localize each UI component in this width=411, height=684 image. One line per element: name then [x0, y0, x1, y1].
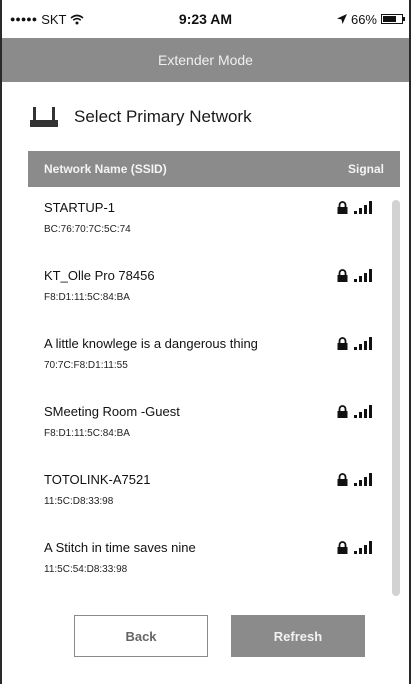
network-security-signal — [337, 473, 374, 486]
lock-icon — [337, 541, 348, 554]
network-security-signal — [337, 337, 374, 350]
battery-percent: 66% — [350, 11, 377, 27]
back-button[interactable]: Back — [74, 615, 208, 657]
network-mac: F8:D1:11:5C:84:BA — [44, 292, 130, 303]
phone-screen: ●●●●● SKT 9:23 AM 66% Extender Mode Sele… — [0, 0, 411, 684]
network-row[interactable]: KT_Olle Pro 78456 F8:D1:11:5C:84:BA — [28, 258, 400, 326]
signal-strength-icon — [354, 201, 374, 214]
network-row[interactable]: A little knowlege is a dangerous thing 70… — [28, 326, 400, 394]
section-title: Select Primary Network — [74, 107, 252, 126]
signal-strength-icon — [354, 337, 374, 350]
status-right: 66% — [336, 11, 405, 27]
router-icon — [30, 107, 58, 127]
nav-title: Extender Mode — [158, 52, 253, 68]
network-row[interactable]: SMeeting Room -Guest F8:D1:11:5C:84:BA — [28, 394, 400, 462]
network-row[interactable]: STARTUP-1 BC:76:70:7C:5C:74 — [28, 190, 400, 258]
network-list[interactable]: STARTUP-1 BC:76:70:7C:5C:74 KT_Olle Pro 78… — [28, 190, 400, 600]
signal-strength-icon — [354, 405, 374, 418]
location-arrow-icon — [336, 12, 347, 27]
network-table-header: Network Name (SSID) Signal — [28, 151, 400, 187]
network-mac: BC:76:70:7C:5C:74 — [44, 224, 131, 235]
lock-icon — [337, 201, 348, 214]
network-mac: 11:5C:D8:33:98 — [44, 496, 114, 507]
network-mac: F8:D1:11:5C:84:BA — [44, 428, 130, 439]
cell-signal-dots: ●●●●● — [10, 14, 38, 24]
status-left: ●●●●● SKT — [10, 12, 84, 27]
section-heading: Select Primary Network — [30, 100, 252, 134]
battery-fill — [383, 16, 397, 22]
scrollbar[interactable] — [392, 200, 400, 596]
column-header-signal: Signal — [347, 162, 384, 176]
network-row[interactable]: A Stitch in time saves nine 11:5C:54:D8:3… — [28, 530, 400, 598]
nav-bar: Extender Mode — [2, 38, 409, 82]
network-security-signal — [337, 201, 374, 214]
battery-icon — [381, 14, 405, 24]
network-security-signal — [337, 541, 374, 554]
network-security-signal — [337, 269, 374, 282]
lock-icon — [337, 405, 348, 418]
signal-strength-icon — [354, 541, 374, 554]
lock-icon — [337, 269, 348, 282]
network-security-signal — [337, 405, 374, 418]
wifi-icon — [70, 14, 84, 25]
lock-icon — [337, 473, 348, 486]
refresh-button[interactable]: Refresh — [231, 615, 365, 657]
network-mac: 70:7C:F8:D1:11:55 — [44, 360, 128, 371]
column-header-ssid: Network Name (SSID) — [44, 162, 167, 176]
signal-strength-icon — [354, 269, 374, 282]
network-mac: 11:5C:54:D8:33:98 — [44, 564, 128, 575]
status-bar: ●●●●● SKT 9:23 AM 66% — [2, 0, 409, 38]
network-row[interactable]: TOTOLINK-A7521 11:5C:D8:33:98 — [28, 462, 400, 530]
lock-icon — [337, 337, 348, 350]
signal-strength-icon — [354, 473, 374, 486]
carrier-label: SKT — [41, 11, 67, 27]
